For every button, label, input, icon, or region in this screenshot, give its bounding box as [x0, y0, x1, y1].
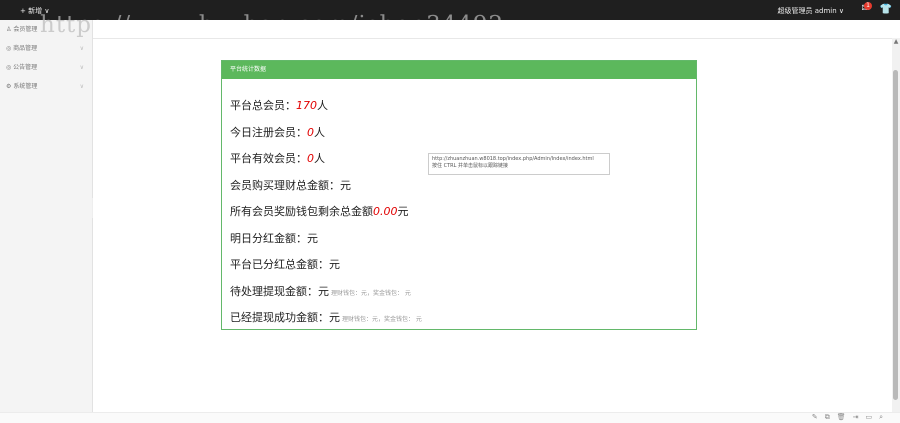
stat-label: 平台已分红总金额：元 [230, 258, 340, 271]
sidebar-item-label: 系统管理 [13, 83, 38, 90]
sidebar-item-label: 公告管理 [13, 64, 38, 71]
user-menu[interactable]: 超级管理员 admin ∨ [777, 6, 844, 16]
stat-label: 今日注册会员： [230, 125, 307, 139]
stat-value: 0.00 [373, 205, 398, 218]
stat-value: 0 [307, 125, 314, 139]
gear-icon: ⚙ [6, 83, 12, 90]
circle-icon: ◎ [6, 45, 12, 52]
stat-extra: 理财钱包：元，奖金钱包： 元 [331, 289, 411, 297]
stat-row: 今日注册会员：0人 [230, 122, 688, 149]
notification-badge: 1 [864, 2, 872, 10]
stats-list: 平台总会员：170人 今日注册会员：0人 平台有效会员：0人 会员购买理财总金额：元所… [222, 79, 696, 334]
sidebar: ♙ 会员管理 ◎ 商品管理 ∨ ◎ 公告管理 ∨ ⚙ 系统管理 ∨ [0, 20, 93, 412]
copy-icon[interactable]: ⧉ [825, 413, 837, 421]
stat-row: 平台总会员：170人 [230, 95, 688, 122]
stat-row: 已经提现成功金额：元 理财钱包：元，奖金钱包： 元 [230, 307, 688, 334]
stat-row: 待处理提现金额：元 理财钱包：元，奖金钱包： 元 [230, 281, 688, 308]
sidebar-item-announcements[interactable]: ◎ 公告管理 ∨ [0, 58, 92, 77]
stat-row: 会员购买理财总金额：元 [230, 175, 688, 202]
tooltip-hint: 按住 CTRL 并单击鼠标以跟踪链接 [432, 163, 508, 169]
stat-value: 170 [296, 99, 317, 112]
stat-row: 所有会员奖励钱包剩余总金额0.00元 [230, 201, 688, 228]
stat-unit: 元 [397, 205, 409, 218]
tab-strip [93, 20, 892, 39]
chevron-down-icon: ∨ [79, 45, 84, 52]
theme-icon[interactable]: 👕 [880, 4, 892, 15]
main-content: 平台统计数据 平台总会员：170人 今日注册会员：0人 平台有效会员：0人 会员购买理… [93, 20, 892, 412]
stat-unit: 人 [314, 152, 325, 165]
stat-label: 待处理提现金额：元 [230, 284, 329, 298]
arrow-icon[interactable]: ⇥ [853, 413, 866, 421]
stat-row: 明日分红金额：元 [230, 228, 688, 255]
stat-label: 所有会员奖励钱包剩余总金额 [230, 205, 373, 218]
brush-icon[interactable]: ✎ [812, 413, 825, 421]
stat-label: 明日分红金额：元 [230, 231, 318, 245]
stat-row: 平台已分红总金额：元 [230, 254, 688, 281]
chevron-down-icon: ∨ [79, 83, 84, 90]
stat-extra: 理财钱包：元，奖金钱包： 元 [342, 316, 422, 323]
stat-value: 0 [307, 152, 314, 165]
stat-unit: 人 [314, 125, 325, 139]
sidebar-item-label: 商品管理 [13, 45, 38, 52]
window-icon[interactable]: ▭ [865, 413, 879, 421]
sidebar-item-products[interactable]: ◎ 商品管理 ∨ [0, 39, 92, 58]
search-icon[interactable]: ⌕ [879, 413, 890, 421]
stat-unit: 人 [317, 99, 328, 112]
panel-title: 平台统计数据 [222, 61, 696, 79]
sidebar-item-label: 会员管理 [13, 26, 38, 33]
scrollbar-thumb[interactable] [893, 70, 898, 400]
stat-label: 平台总会员： [230, 99, 296, 112]
scroll-up-icon[interactable]: ▲ [892, 38, 900, 46]
link-tooltip: http://zhuanzhuan.w8018.top/index.php/Ad… [428, 153, 610, 175]
user-icon: ♙ [6, 26, 12, 33]
sidebar-item-system[interactable]: ⚙ 系统管理 ∨ [0, 77, 92, 96]
bottom-bar [0, 412, 900, 423]
bottom-tools: ✎⧉🗑⇥▭⌕ [812, 413, 890, 422]
stat-label: 已经提现成功金额：元 [230, 311, 340, 324]
stat-label: 会员购买理财总金额：元 [230, 178, 351, 192]
circle-icon: ◎ [6, 64, 12, 71]
trash-icon[interactable]: 🗑 [837, 413, 853, 421]
stat-label: 平台有效会员： [230, 152, 307, 165]
stats-panel: 平台统计数据 平台总会员：170人 今日注册会员：0人 平台有效会员：0人 会员购买理… [221, 60, 697, 330]
chevron-down-icon: ∨ [79, 64, 84, 71]
